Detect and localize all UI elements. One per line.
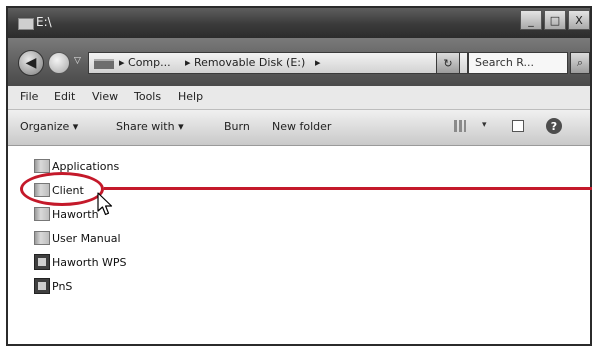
list-item[interactable]: PnS bbox=[34, 276, 72, 296]
forward-button[interactable] bbox=[48, 52, 70, 74]
mouse-pointer-icon bbox=[97, 192, 113, 216]
search-input[interactable]: Search R... bbox=[468, 52, 568, 74]
folder-icon bbox=[34, 231, 50, 245]
title-bar[interactable]: E:\ _ □ X bbox=[8, 8, 590, 38]
command-bar: Organize ▾ Share with ▾ Burn New folder … bbox=[8, 110, 590, 146]
folder-icon bbox=[34, 207, 50, 221]
breadcrumb-removable-disk[interactable]: ▸ Removable Disk (E:) bbox=[185, 56, 305, 69]
refresh-button[interactable]: ↻ bbox=[436, 52, 460, 74]
item-label: User Manual bbox=[52, 231, 121, 245]
menu-bar: File Edit View Tools Help bbox=[8, 86, 590, 110]
recent-pages-dropdown[interactable]: ▽ bbox=[74, 56, 81, 66]
highlight-ellipse bbox=[20, 172, 104, 206]
preview-pane-icon[interactable] bbox=[512, 120, 524, 132]
caption-buttons: _ □ X bbox=[518, 10, 590, 30]
organize-button[interactable]: Organize ▾ bbox=[20, 120, 78, 133]
address-bar[interactable]: ▸ Comp... ▸ Removable Disk (E:) ▸ ▾ bbox=[88, 52, 468, 74]
application-icon bbox=[34, 278, 50, 294]
help-icon[interactable]: ? bbox=[546, 118, 562, 134]
search-button[interactable]: ⌕ bbox=[570, 52, 590, 74]
refresh-icon: ↻ bbox=[443, 56, 453, 70]
item-label: Haworth WPS bbox=[52, 255, 127, 269]
menu-edit[interactable]: Edit bbox=[54, 90, 75, 103]
back-button[interactable]: ◀ bbox=[18, 50, 44, 76]
close-button[interactable]: X bbox=[568, 10, 590, 30]
breadcrumb-next[interactable]: ▸ bbox=[315, 56, 321, 69]
callout-line bbox=[104, 187, 592, 190]
list-item[interactable]: Haworth bbox=[34, 204, 99, 224]
maximize-button[interactable]: □ bbox=[544, 10, 566, 30]
list-item[interactable]: User Manual bbox=[34, 228, 121, 248]
breadcrumb-computer[interactable]: ▸ Comp... bbox=[119, 56, 171, 69]
explorer-window: E:\ _ □ X ◀ ▽ ▸ Comp... ▸ Removable Disk… bbox=[6, 6, 592, 346]
window-title: E:\ bbox=[36, 15, 52, 29]
list-item[interactable]: Haworth WPS bbox=[34, 252, 127, 272]
burn-button[interactable]: Burn bbox=[224, 120, 250, 133]
menu-tools[interactable]: Tools bbox=[134, 90, 161, 103]
item-label: Haworth bbox=[52, 207, 99, 221]
application-icon bbox=[34, 254, 50, 270]
new-folder-button[interactable]: New folder bbox=[272, 120, 331, 133]
folder-icon bbox=[34, 159, 50, 173]
drive-icon bbox=[18, 18, 34, 30]
navigation-bar: ◀ ▽ ▸ Comp... ▸ Removable Disk (E:) ▸ ▾ … bbox=[8, 38, 590, 86]
minimize-button[interactable]: _ bbox=[520, 10, 542, 30]
back-arrow-icon: ◀ bbox=[25, 55, 37, 71]
menu-view[interactable]: View bbox=[92, 90, 118, 103]
menu-file[interactable]: File bbox=[20, 90, 38, 103]
file-list: Applications Client Haworth User Manual … bbox=[8, 146, 590, 344]
view-options-arrow[interactable]: ▾ bbox=[482, 120, 487, 130]
magnifier-icon: ⌕ bbox=[576, 56, 584, 69]
item-label: Applications bbox=[52, 159, 120, 173]
removable-drive-icon bbox=[94, 59, 114, 69]
change-view-icon[interactable] bbox=[454, 120, 466, 132]
menu-help[interactable]: Help bbox=[178, 90, 203, 103]
item-label: PnS bbox=[52, 279, 73, 293]
share-with-button[interactable]: Share with ▾ bbox=[116, 120, 184, 133]
